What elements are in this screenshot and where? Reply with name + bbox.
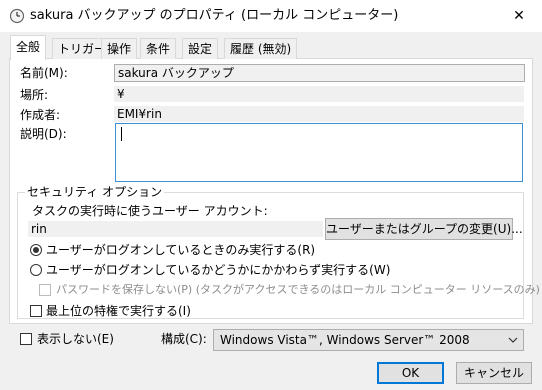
tab-general[interactable]: 全般 bbox=[10, 35, 47, 60]
ok-button[interactable]: OK bbox=[377, 362, 444, 384]
security-group-title: セキュリティ オプション bbox=[25, 185, 165, 199]
description-label: 説明(D): bbox=[20, 127, 67, 141]
cancel-button[interactable]: キャンセル bbox=[456, 362, 532, 384]
tab-conditions[interactable]: 条件 bbox=[140, 38, 177, 59]
no-store-password-label: パスワードを保存しない(P) (タスクがアクセスできるのはローカル コンピュータ… bbox=[56, 283, 540, 296]
author-label: 作成者: bbox=[20, 108, 61, 122]
text-caret bbox=[121, 127, 122, 141]
account-value: rin bbox=[28, 221, 323, 237]
configure-select[interactable]: Windows Vista™, Windows Server™ 2008 bbox=[213, 329, 524, 351]
location-label: 場所: bbox=[20, 88, 49, 102]
name-label: 名前(M): bbox=[20, 66, 68, 80]
hidden-checkbox[interactable] bbox=[20, 333, 32, 345]
radio-logged-on-or-not[interactable] bbox=[30, 264, 42, 276]
location-value: ¥ bbox=[114, 86, 524, 102]
configure-value: Windows Vista™, Windows Server™ 2008 bbox=[220, 333, 470, 347]
hidden-label[interactable]: 表示しない(E) bbox=[37, 331, 114, 347]
no-store-password-checkbox[interactable] bbox=[39, 284, 51, 296]
chevron-down-icon bbox=[508, 333, 518, 353]
window-title: sakura バックアップ のプロパティ (ローカル コンピューター) bbox=[30, 8, 399, 23]
radio-logged-on-or-not-label[interactable]: ユーザーがログオンしているかどうかにかかわらず実行する(W) bbox=[46, 262, 390, 278]
configure-label: 構成(C): bbox=[161, 332, 207, 346]
highest-privileges-checkbox[interactable] bbox=[30, 305, 42, 317]
tab-actions[interactable]: 操作 bbox=[101, 38, 138, 59]
name-field: sakura バックアップ bbox=[114, 64, 525, 82]
change-user-button[interactable]: ユーザーまたはグループの変更(U)... bbox=[325, 218, 523, 240]
radio-logged-on-only[interactable] bbox=[30, 244, 42, 256]
close-button[interactable]: ✕ bbox=[496, 0, 542, 32]
highest-privileges-label[interactable]: 最上位の特権で実行する(I) bbox=[46, 303, 191, 319]
tab-settings[interactable]: 設定 bbox=[182, 38, 219, 59]
close-icon: ✕ bbox=[513, 8, 525, 24]
clock-icon bbox=[9, 8, 25, 24]
author-value: EMI¥rin bbox=[114, 106, 524, 122]
radio-logged-on-only-label[interactable]: ユーザーがログオンしているときのみ実行する(R) bbox=[46, 242, 315, 258]
description-input[interactable] bbox=[115, 123, 523, 182]
account-label: タスクの実行時に使うユーザー アカウント: bbox=[32, 204, 268, 218]
tab-history[interactable]: 履歴 (無効) bbox=[224, 38, 298, 59]
